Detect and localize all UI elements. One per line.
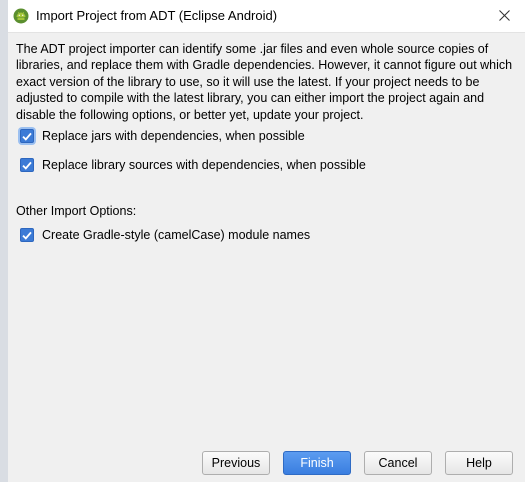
other-options-heading: Other Import Options:	[16, 204, 137, 218]
import-dialog: Import Project from ADT (Eclipse Android…	[0, 0, 525, 482]
window-title: Import Project from ADT (Eclipse Android…	[36, 8, 278, 23]
replace-jars-option[interactable]: Replace jars with dependencies, when pos…	[20, 127, 305, 145]
cancel-button[interactable]: Cancel	[364, 451, 432, 475]
close-button[interactable]	[491, 4, 517, 26]
replace-jars-checkbox[interactable]	[20, 129, 34, 143]
camelcase-option[interactable]: Create Gradle-style (camelCase) module n…	[20, 226, 310, 244]
replace-sources-option[interactable]: Replace library sources with dependencie…	[20, 156, 366, 174]
background-window-edge	[0, 0, 8, 482]
replace-jars-label: Replace jars with dependencies, when pos…	[42, 129, 305, 143]
checkmark-icon	[22, 231, 32, 240]
android-icon	[13, 8, 29, 24]
dialog-content: The ADT project importer can identify so…	[8, 32, 525, 482]
previous-button[interactable]: Previous	[202, 451, 270, 475]
checkmark-icon	[22, 132, 32, 141]
camelcase-label: Create Gradle-style (camelCase) module n…	[42, 228, 311, 242]
camelcase-checkbox[interactable]	[20, 228, 34, 242]
help-button[interactable]: Help	[445, 451, 513, 475]
finish-button[interactable]: Finish	[283, 451, 351, 475]
replace-sources-checkbox[interactable]	[20, 158, 34, 172]
title-bar: Import Project from ADT (Eclipse Android…	[8, 0, 525, 32]
replace-sources-label: Replace library sources with dependencie…	[42, 158, 366, 172]
checkmark-icon	[22, 161, 32, 170]
description-text: The ADT project importer can identify so…	[16, 42, 513, 122]
close-icon	[498, 9, 510, 21]
